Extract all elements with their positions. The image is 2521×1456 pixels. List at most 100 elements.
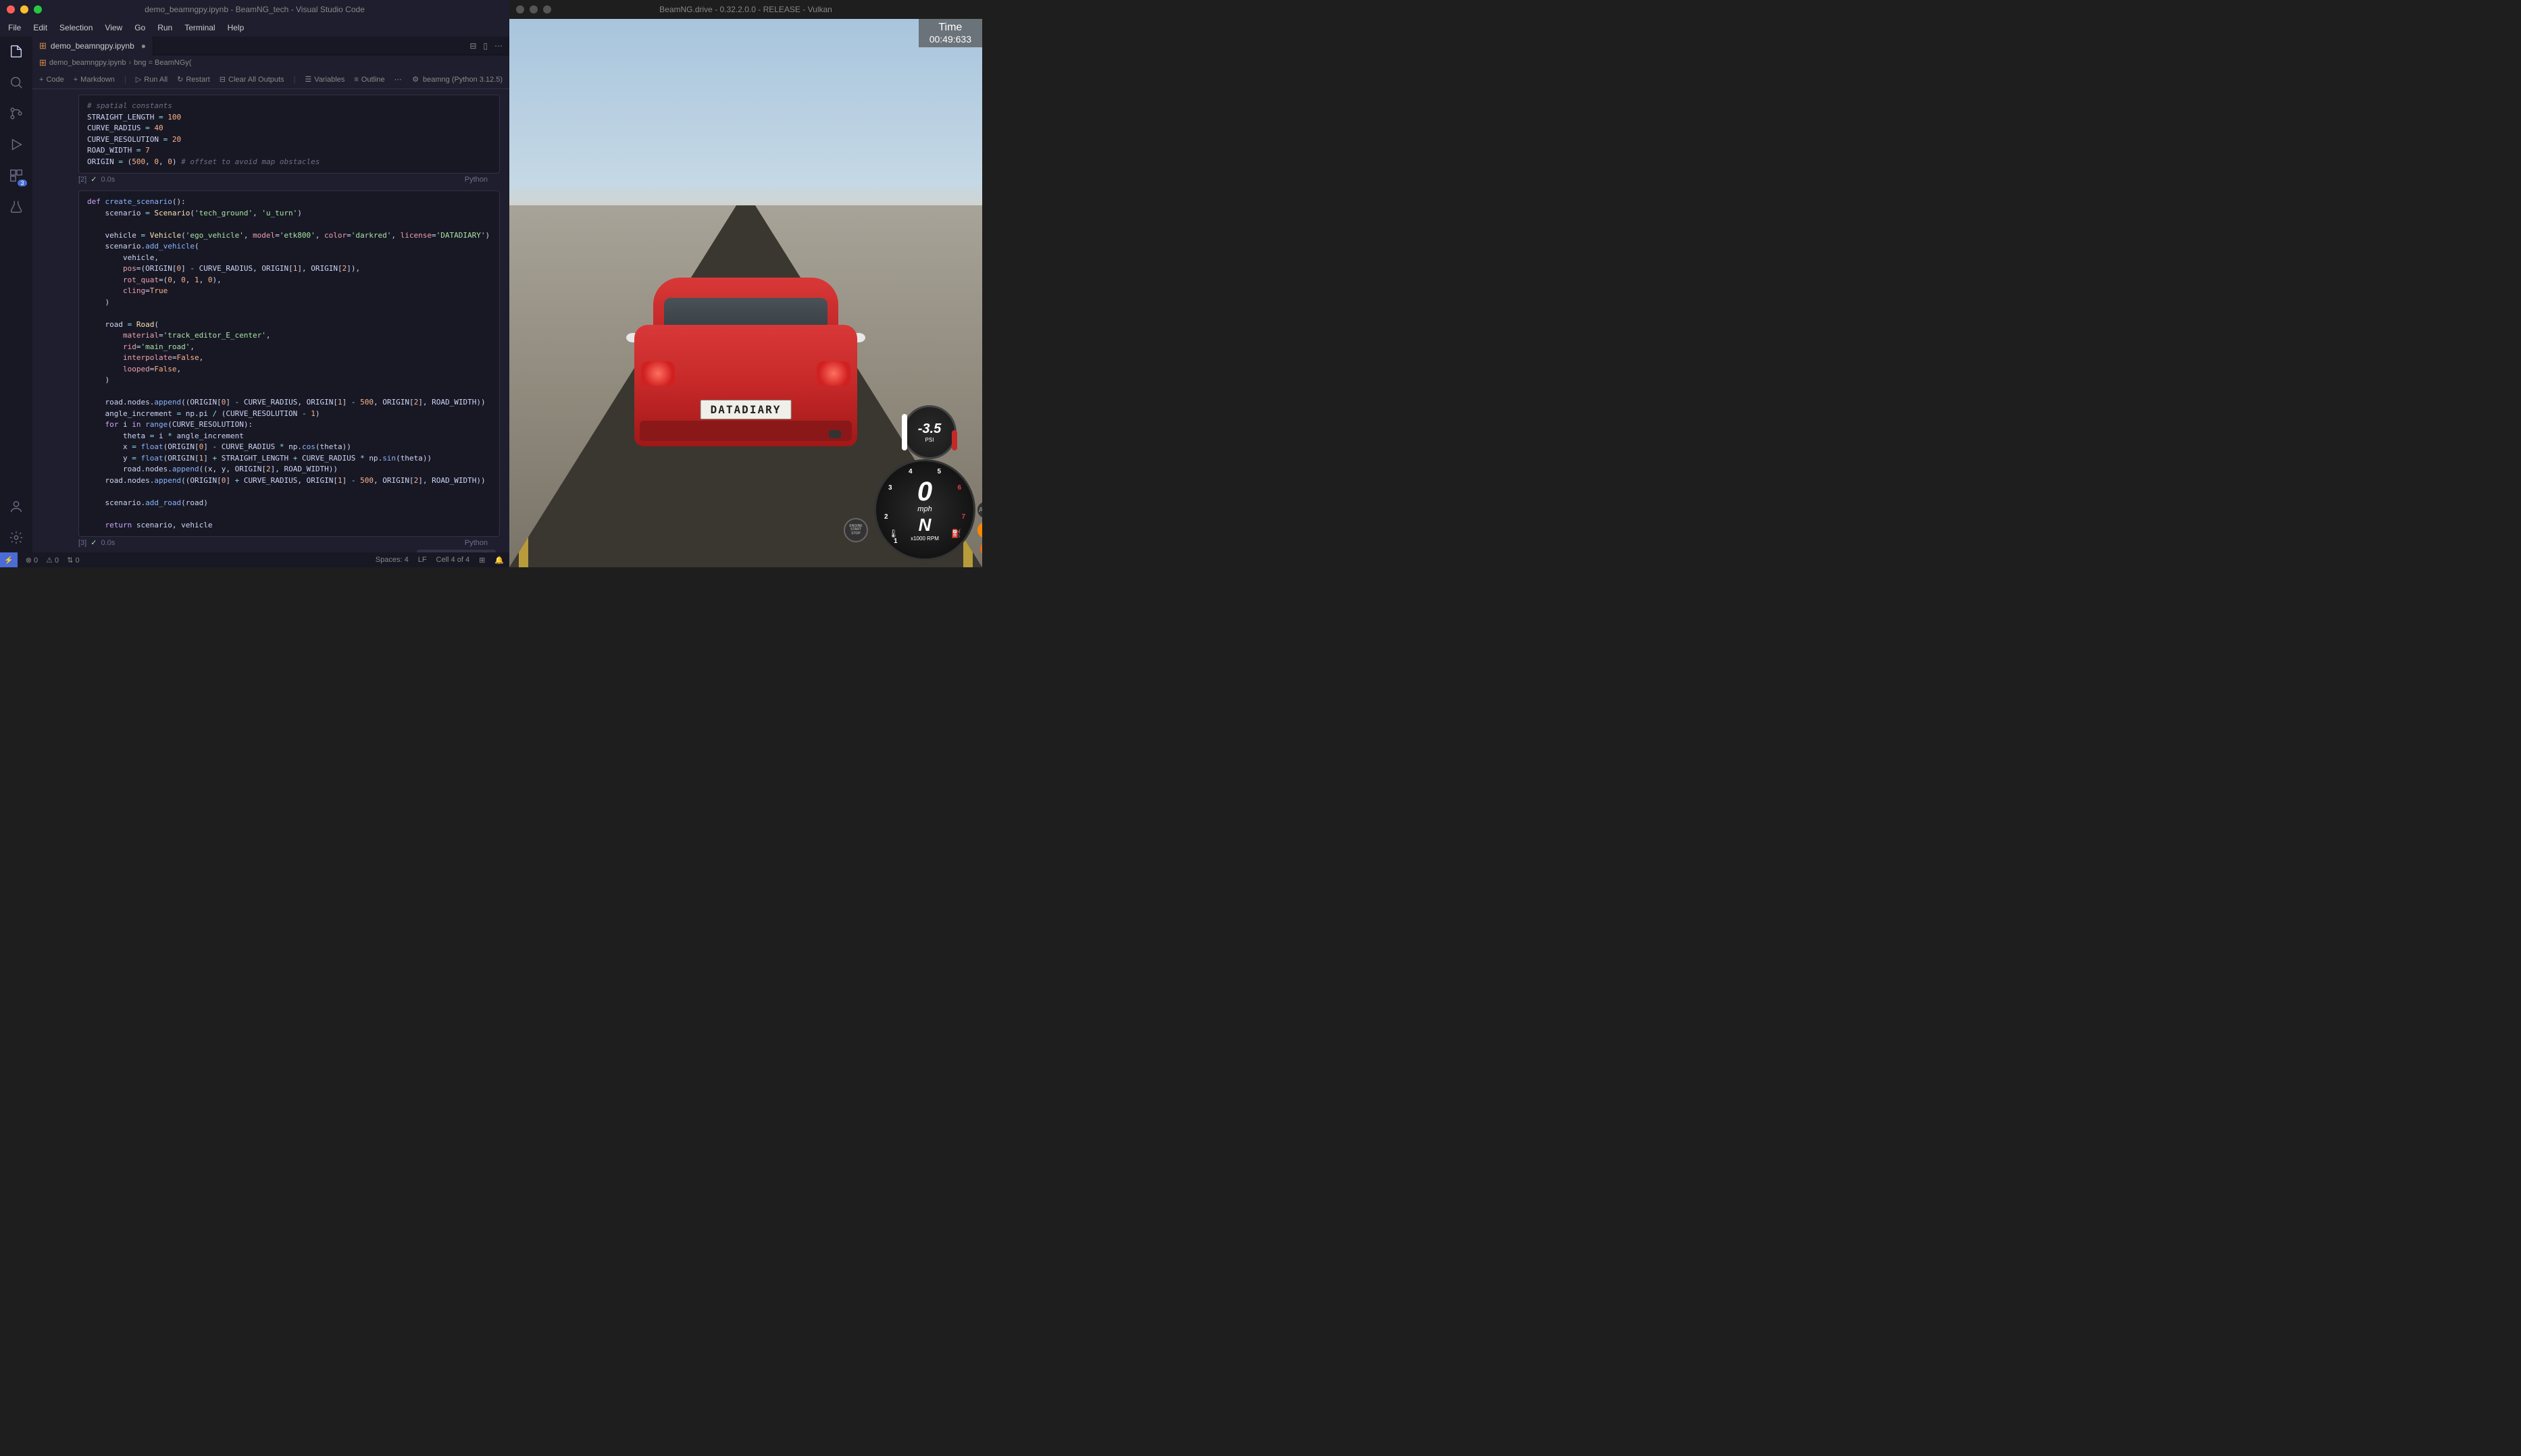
breadcrumb[interactable]: ⊞ demo_beamngpy.ipynb › bng = BeamNGy( — [32, 55, 509, 70]
menubar: File Edit Selection View Go Run Terminal… — [0, 19, 509, 36]
ports-count[interactable]: ⇅ 0 — [67, 556, 79, 565]
cell-action-bar: ▷ ⇱ ⇲ ⊟ ⋯ 🗑 — [417, 550, 496, 552]
restart-button[interactable]: ↻ Restart — [177, 75, 210, 84]
remote-button[interactable]: ⚡ — [0, 552, 18, 567]
abs-indicator: ABS — [977, 502, 982, 518]
maximize-window-button[interactable] — [543, 5, 551, 14]
time-overlay: Time 00:49:633 — [919, 19, 982, 47]
cell-language[interactable]: Python — [465, 539, 488, 547]
layout-icon[interactable]: ⊞ — [479, 556, 485, 565]
vehicle: DATADIARY — [634, 278, 857, 446]
main-area: 3 ⊞ demo_beamngpy.ipynb ● ⊟ ▯ ⋯ — [0, 36, 509, 552]
cell-indicator[interactable]: Cell 4 of 4 — [436, 556, 470, 564]
time-value: 00:49:633 — [930, 34, 971, 45]
accounts-icon[interactable] — [7, 497, 26, 516]
run-debug-icon[interactable] — [7, 135, 26, 154]
menu-terminal[interactable]: Terminal — [179, 22, 220, 34]
notebook-icon: ⊞ — [39, 57, 47, 68]
minimize-window-button[interactable] — [530, 5, 538, 14]
close-window-button[interactable] — [516, 5, 524, 14]
menu-edit[interactable]: Edit — [28, 22, 53, 34]
add-markdown-button[interactable]: + Markdown — [74, 76, 115, 84]
kernel-name: beamng (Python 3.12.5) — [423, 76, 503, 84]
menu-file[interactable]: File — [3, 22, 26, 34]
exhaust — [829, 430, 841, 438]
taillight-left — [641, 361, 675, 386]
add-code-button[interactable]: + Code — [39, 76, 64, 84]
more-icon[interactable]: ⋯ — [494, 41, 503, 51]
testing-icon[interactable] — [7, 197, 26, 216]
eol-indicator[interactable]: LF — [418, 556, 427, 564]
warnings-count[interactable]: ⚠ 0 — [46, 556, 59, 565]
variables-button[interactable]: ☰ Variables — [305, 75, 345, 84]
spaces-indicator[interactable]: Spaces: 4 — [376, 556, 409, 564]
titlebar: demo_beamngpy.ipynb - BeamNG_tech - Visu… — [0, 0, 509, 19]
split-icon[interactable]: ▯ — [483, 41, 488, 51]
explorer-icon[interactable] — [7, 42, 26, 61]
outline-button[interactable]: ≡ Outline — [354, 76, 384, 84]
menu-go[interactable]: Go — [129, 22, 151, 34]
exec-time: 0.0s — [101, 539, 115, 547]
game-viewport[interactable]: DATADIARY Time 00:49:633 -3.5 PSI 1 2 3 … — [509, 19, 982, 567]
maximize-window-button[interactable] — [34, 5, 42, 14]
errors-count[interactable]: ⊗ 0 — [26, 556, 38, 565]
tab-dirty-indicator[interactable]: ● — [141, 41, 146, 51]
cell-language[interactable]: Python — [465, 176, 488, 184]
cell-input[interactable]: def create_scenario(): scenario = Scenar… — [78, 190, 500, 537]
menu-run[interactable]: Run — [152, 22, 178, 34]
menu-selection[interactable]: Selection — [54, 22, 98, 34]
cell-input[interactable]: # spatial constants STRAIGHT_LENGTH = 10… — [78, 95, 500, 174]
psi-unit: PSI — [925, 437, 934, 443]
source-control-icon[interactable] — [7, 104, 26, 123]
close-window-button[interactable] — [7, 5, 15, 14]
boost-gauge: -3.5 PSI — [902, 405, 957, 459]
menu-help[interactable]: Help — [222, 22, 250, 34]
code-cell-1[interactable]: # spatial constants STRAIGHT_LENGTH = 10… — [36, 95, 505, 184]
notebook-toolbar: + Code + Markdown | ▷ Run All ↻ Restart … — [32, 70, 509, 89]
cell-footer: [2] ✓ 0.0s Python — [66, 174, 500, 184]
tachometer: 1 2 3 4 5 6 7 0 mph N x1000 RPM 🌡 ⛽ ENGI… — [874, 459, 975, 561]
temp-icon: 🌡 — [888, 529, 898, 538]
menu-view[interactable]: View — [99, 22, 128, 34]
breadcrumb-file[interactable]: demo_beamngpy.ipynb — [49, 59, 126, 67]
beamng-titlebar: BeamNG.drive - 0.32.2.0.0 - RELEASE - Vu… — [509, 0, 982, 19]
exec-time: 0.0s — [101, 176, 115, 184]
gauge-cluster: -3.5 PSI 1 2 3 4 5 6 7 0 mph N x1000 RPM… — [840, 405, 975, 561]
fuel-icon: ⛽ — [951, 529, 961, 538]
run-all-button[interactable]: ▷ Run All — [136, 75, 168, 84]
exec-count: [2] — [78, 176, 86, 184]
editor-area: ⊞ demo_beamngpy.ipynb ● ⊟ ▯ ⋯ ⊞ demo_bea… — [32, 36, 509, 552]
tab-actions: ⊟ ▯ ⋯ — [469, 41, 509, 51]
toolbar-more-button[interactable]: ⋯ — [394, 75, 402, 84]
time-label: Time — [930, 22, 971, 34]
search-icon[interactable] — [7, 73, 26, 92]
vscode-window: demo_beamngpy.ipynb - BeamNG_tech - Visu… — [0, 0, 509, 567]
tab-notebook[interactable]: ⊞ demo_beamngpy.ipynb ● — [32, 36, 153, 55]
beamng-title: BeamNG.drive - 0.32.2.0.0 - RELEASE - Vu… — [659, 5, 832, 14]
license-plate: DATADIARY — [701, 400, 792, 419]
beamng-window: BeamNG.drive - 0.32.2.0.0 - RELEASE - Vu… — [509, 0, 982, 567]
kernel-icon: ⚙ — [412, 75, 419, 84]
tabbar: ⊞ demo_beamngpy.ipynb ● ⊟ ▯ ⋯ — [32, 36, 509, 55]
notebook-body[interactable]: # spatial constants STRAIGHT_LENGTH = 10… — [32, 89, 509, 552]
success-icon: ✓ — [91, 175, 97, 184]
kernel-indicator[interactable]: ⚙ beamng (Python 3.12.5) — [412, 75, 503, 84]
window-title: demo_beamngpy.ipynb - BeamNG_tech - Visu… — [145, 5, 365, 14]
taillight-right — [817, 361, 850, 386]
minimize-window-button[interactable] — [20, 5, 28, 14]
breadcrumb-symbol[interactable]: bng = BeamNGy( — [134, 59, 191, 67]
start-stop-button: ENGINE START STOP — [844, 518, 868, 542]
tacho-ticks: 1 2 3 4 5 6 7 — [876, 461, 973, 558]
car-body: DATADIARY — [634, 325, 857, 446]
compare-icon[interactable]: ⊟ — [469, 41, 476, 51]
indicator-stack: ABS P — [977, 502, 982, 538]
park-indicator: P — [977, 522, 982, 538]
psi-value: -3.5 — [918, 421, 941, 437]
clear-outputs-button[interactable]: ⊟ Clear All Outputs — [220, 75, 284, 84]
cell-footer: [3] ✓ 0.0s Python — [66, 537, 500, 547]
extensions-icon[interactable]: 3 — [7, 166, 26, 185]
notebook-icon: ⊞ — [39, 41, 47, 51]
code-cell-2[interactable]: def create_scenario(): scenario = Scenar… — [36, 190, 505, 547]
settings-icon[interactable] — [7, 528, 26, 547]
notifications-icon[interactable]: 🔔 — [494, 556, 504, 565]
